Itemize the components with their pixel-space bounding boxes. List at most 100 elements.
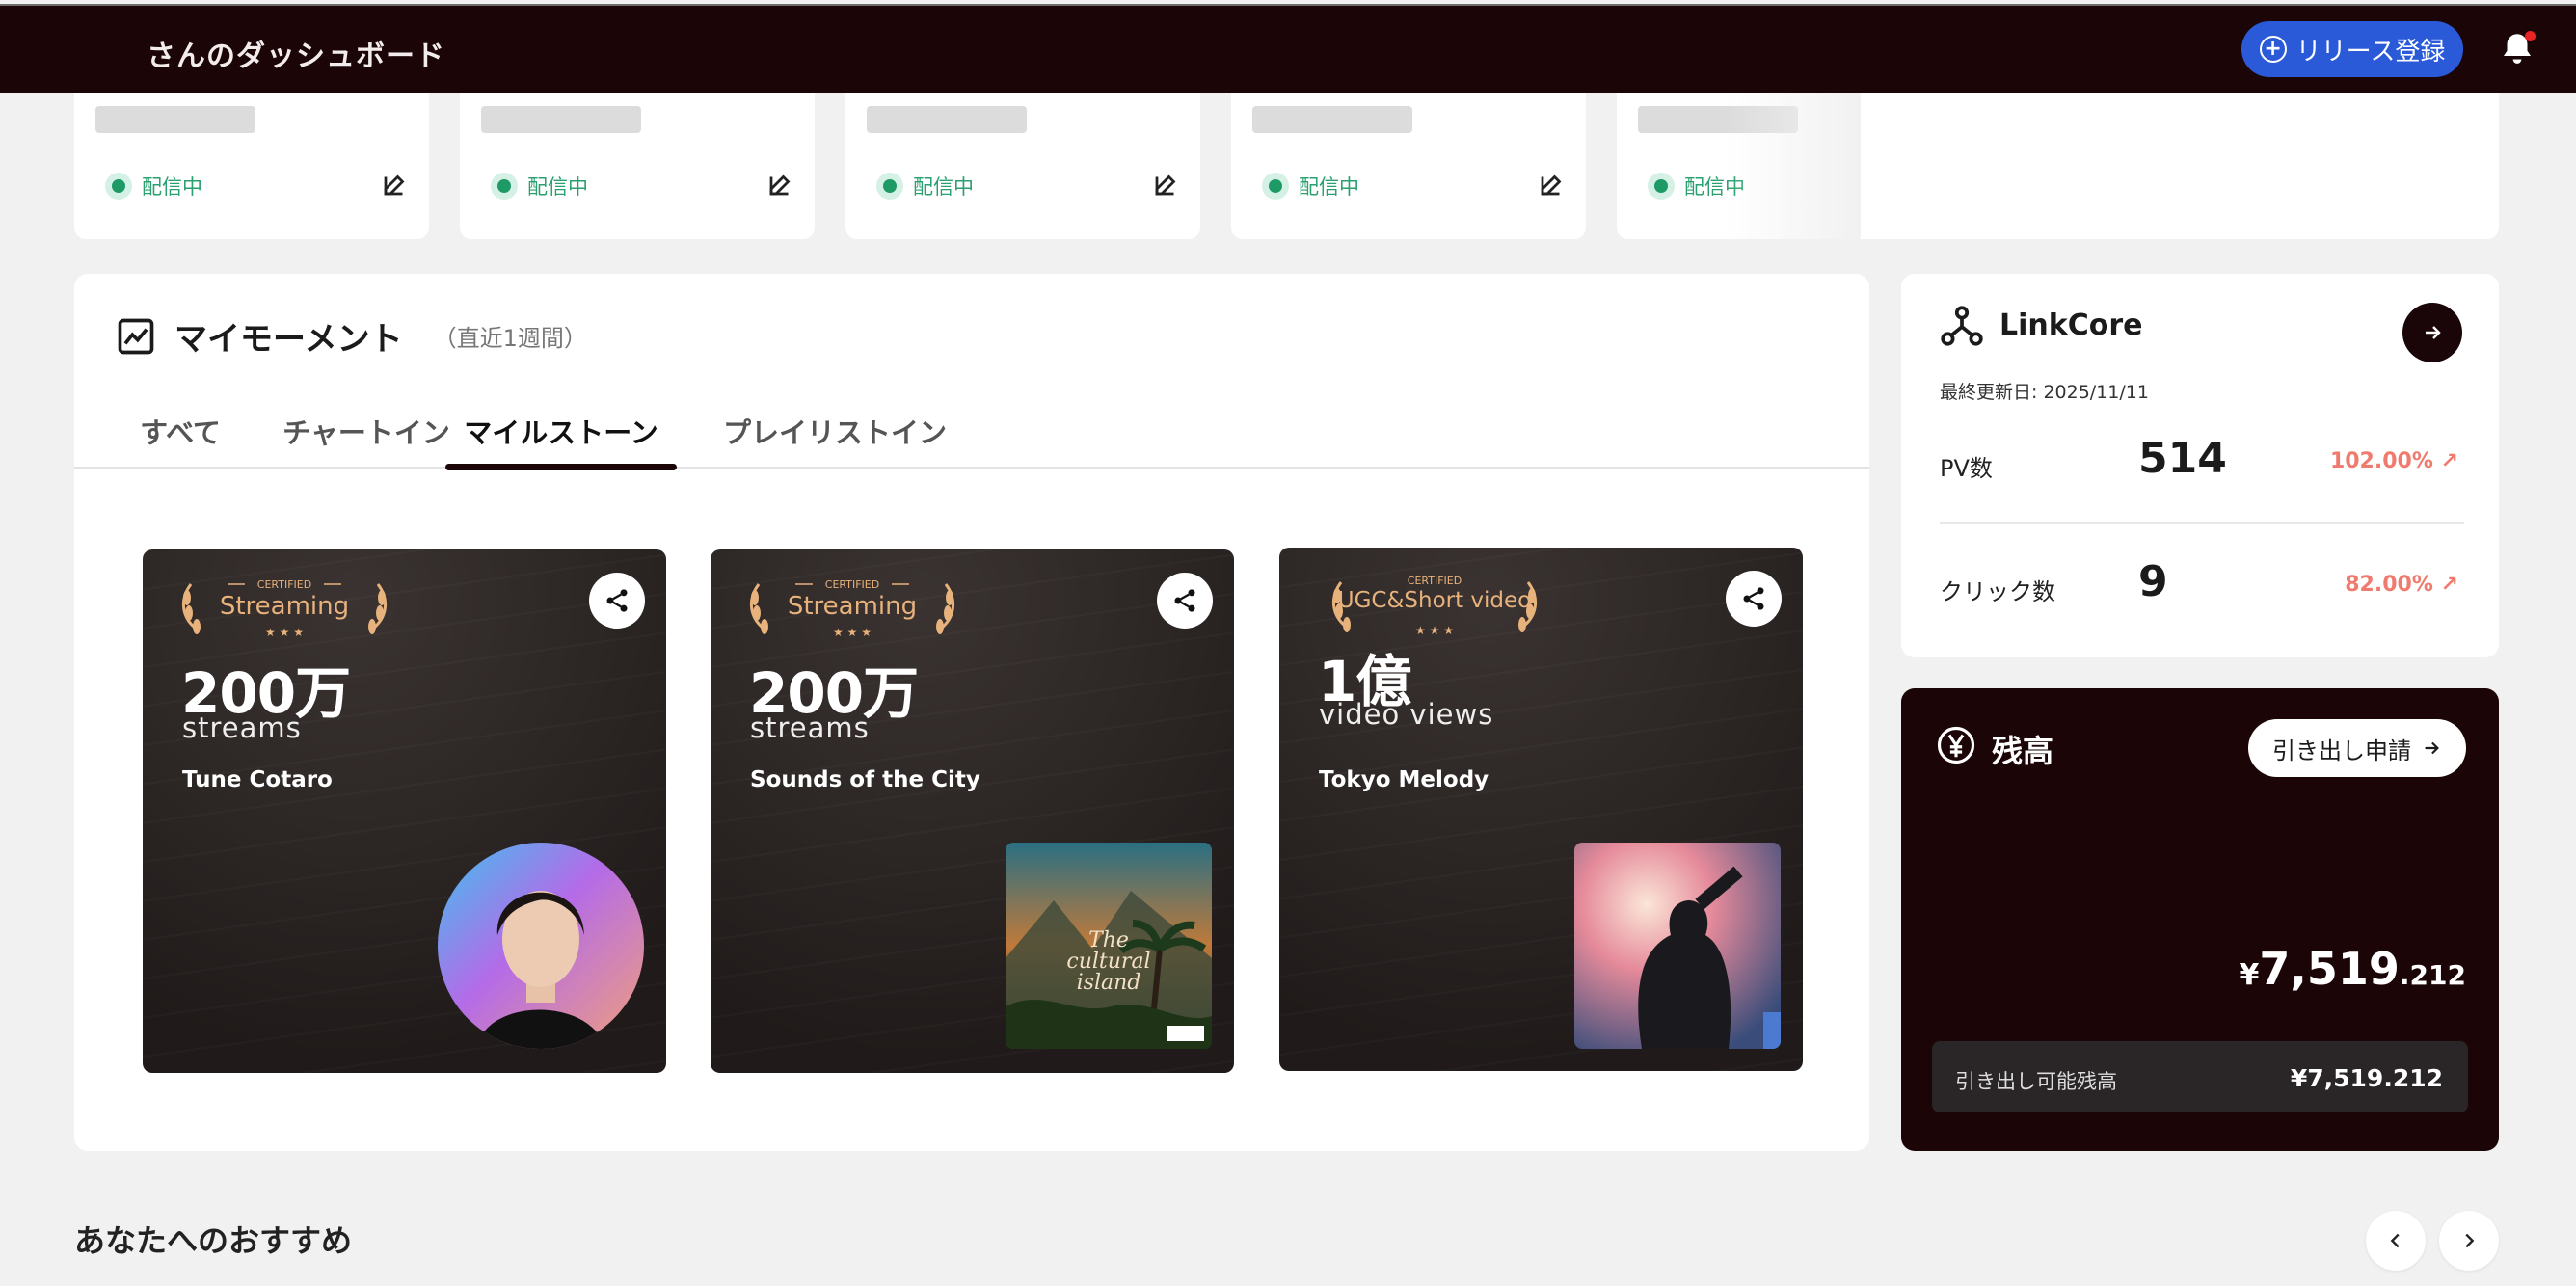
release-register-label: リリース登録: [2295, 37, 2446, 67]
withdraw-request-button[interactable]: 引き出し申請: [2248, 719, 2466, 777]
release-status-label: 配信中: [913, 175, 974, 199]
click-change: 82.00% ↗: [2345, 573, 2458, 597]
status-dot: [876, 173, 903, 200]
release-card[interactable]: 配信中: [74, 93, 429, 239]
share-button[interactable]: [1726, 571, 1782, 627]
status-dot: [491, 173, 518, 200]
release-strip-fade: [1726, 93, 1861, 239]
plus-circle-icon: +: [2259, 36, 2287, 63]
share-icon: [606, 589, 628, 612]
tab-chart-in[interactable]: チャートイン: [257, 395, 475, 469]
linkcore-title: LinkCore: [1999, 308, 2143, 342]
edit-icon[interactable]: [766, 170, 795, 199]
release-status: 配信中: [1262, 172, 1359, 201]
release-status: 配信中: [491, 172, 588, 201]
click-change-value: 82.00%: [2345, 573, 2433, 597]
release-card[interactable]: 配信中: [460, 93, 815, 239]
chevron-left-icon: [2390, 1233, 2400, 1248]
my-moment-subtitle: （直近1週間）: [433, 325, 587, 352]
top-bar: さんのダッシュボード + リリース登録: [0, 4, 2576, 93]
share-button[interactable]: [1157, 573, 1213, 629]
top-right-card: [1901, 93, 2499, 239]
my-moment-heading: マイモーメント （直近1週間）: [115, 312, 587, 360]
yen-coin-icon: [1937, 726, 1975, 764]
artist-name: Tokyo Melody: [1319, 767, 1489, 792]
chevron-right-icon: [2465, 1233, 2475, 1248]
badge-main-text: UGC&Short video: [1337, 588, 1532, 613]
share-button[interactable]: [589, 573, 645, 629]
svg-text:island: island: [1077, 971, 1141, 995]
pv-value: 514: [2138, 434, 2227, 483]
click-row: クリック数 9 82.00% ↗: [1940, 538, 2464, 634]
balance-main: 7,519: [2259, 943, 2400, 995]
concert-photo-image: [1574, 843, 1781, 1049]
release-title-placeholder: [481, 106, 641, 133]
withdraw-request-label: 引き出し申請: [2272, 737, 2411, 764]
dashboard-title: さんのダッシュボード: [147, 40, 445, 73]
chart-trend-icon: [118, 318, 154, 354]
release-title-placeholder: [867, 106, 1027, 133]
milestone-unit: streams: [750, 711, 870, 744]
linkcore-logo-icon: [1941, 306, 1983, 346]
my-moment-title: マイモーメント: [174, 320, 403, 359]
arrow-up-right-icon: ↗: [2440, 449, 2458, 473]
moment-tabs: すべて チャートイン マイルストーン プレイリストイン: [74, 395, 1869, 470]
release-register-button[interactable]: + リリース登録: [2241, 21, 2463, 77]
milestone-unit: video views: [1319, 698, 1494, 731]
milestone-card[interactable]: ★ ★ ★ CERTIFIED Streaming 200万 streams S…: [711, 549, 1234, 1073]
recommendations-title: あなたへのおすすめ: [74, 1222, 353, 1259]
tab-playlist-in[interactable]: プレイリストイン: [701, 395, 969, 469]
release-title-placeholder: [95, 106, 255, 133]
my-moment-panel: マイモーメント （直近1週間） すべて チャートイン マイルストーン プレイリス…: [74, 274, 1869, 1151]
release-card[interactable]: 配信中: [1231, 93, 1586, 239]
arrow-right-icon: [2425, 741, 2439, 755]
artist-name: Tune Cotaro: [182, 767, 333, 792]
available-balance-box: 引き出し可能残高 ¥7,519.212: [1932, 1041, 2468, 1112]
balance-panel: 残高 引き出し申請 ¥7,519.212 引き出し可能残高 ¥7,519.212: [1901, 688, 2499, 1151]
album-cover-image: The cultural island: [1006, 843, 1212, 1049]
linkcore-open-button[interactable]: [2402, 303, 2462, 362]
tab-all[interactable]: すべて: [136, 395, 225, 469]
click-label: クリック数: [1940, 578, 2055, 605]
milestone-card[interactable]: ★ ★ ★ CERTIFIED UGC&Short video 1億 video…: [1279, 548, 1803, 1071]
last-updated: 最終更新日: 2025/11/11: [1940, 382, 2149, 403]
status-dot: [105, 173, 132, 200]
balance-currency: ¥: [2239, 958, 2260, 992]
balance-decimal: .212: [2399, 959, 2466, 991]
arrow-up-right-icon: ↗: [2440, 573, 2458, 597]
release-status-label: 配信中: [1299, 175, 1359, 199]
edit-icon[interactable]: [1538, 170, 1567, 199]
click-value: 9: [2138, 557, 2168, 606]
release-status: 配信中: [105, 172, 202, 201]
milestone-card[interactable]: ★ ★ ★ CERTIFIED Streaming 200万 streams T…: [143, 549, 666, 1073]
divider: [1940, 522, 2464, 524]
release-status-label: 配信中: [142, 175, 202, 199]
svg-text:★ ★ ★: ★ ★ ★: [1415, 624, 1454, 637]
pv-change-value: 102.00%: [2329, 449, 2433, 473]
release-status-label: 配信中: [527, 175, 588, 199]
carousel-prev-button[interactable]: [2366, 1211, 2426, 1271]
available-balance-value: ¥7,519.212: [2290, 1064, 2443, 1092]
edit-icon[interactable]: [381, 170, 410, 199]
pv-label: PV数: [1940, 455, 1993, 482]
share-icon: [1174, 589, 1195, 612]
edit-icon[interactable]: [1152, 170, 1181, 199]
notification-bell-button[interactable]: [2497, 29, 2537, 69]
carousel-next-button[interactable]: [2439, 1211, 2499, 1271]
notification-dot: [2525, 31, 2536, 41]
badge-main-text: Streaming: [787, 592, 918, 621]
tab-milestone[interactable]: マイルストーン: [445, 395, 677, 470]
release-title-placeholder: [1252, 106, 1412, 133]
release-card[interactable]: 配信中: [845, 93, 1200, 239]
svg-text:★ ★ ★: ★ ★ ★: [265, 626, 304, 639]
badge-top-text: CERTIFIED: [824, 578, 880, 591]
artist-portrait-image: [438, 843, 644, 1049]
pv-row: PV数 514 102.00% ↗: [1940, 415, 2464, 511]
badge-main-text: Streaming: [219, 592, 350, 621]
badge-top-text: CERTIFIED: [256, 578, 312, 591]
artist-name: Sounds of the City: [750, 767, 980, 792]
balance-title: 残高: [1992, 733, 2054, 769]
arrow-right-icon: [2426, 326, 2441, 339]
share-icon: [1743, 587, 1764, 610]
pv-change: 102.00% ↗: [2330, 449, 2458, 473]
